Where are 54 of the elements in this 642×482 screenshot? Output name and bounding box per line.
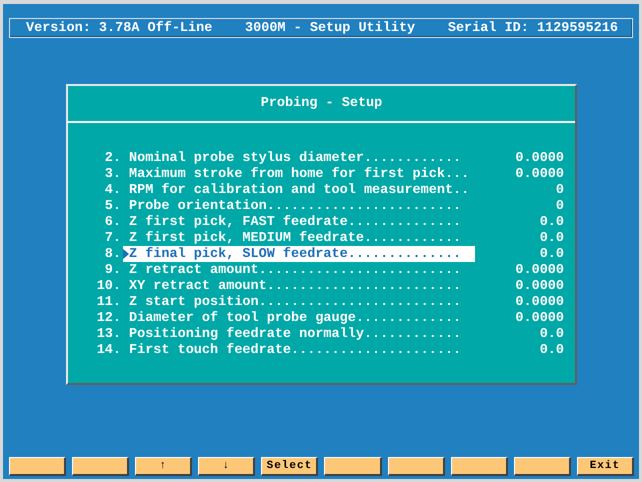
blank-function-key[interactable] xyxy=(9,457,66,476)
setting-label[interactable]: Z first pick, FAST feedrate.............. xyxy=(123,214,475,230)
setting-label[interactable]: Z start position......................... xyxy=(123,294,475,310)
row-number: 11. xyxy=(96,294,121,310)
row-number: 2. xyxy=(104,150,121,166)
setting-label[interactable]: RPM for calibration and tool measurement.. xyxy=(123,182,475,198)
setting-value: 0.0 xyxy=(538,342,564,358)
function-key[interactable]: ↓ xyxy=(198,457,256,476)
setting-label[interactable]: Probe orientation........................ xyxy=(123,198,475,214)
setting-label[interactable]: Z final pick, SLOW feedrate.............. xyxy=(123,246,475,262)
row-number: 7. xyxy=(104,230,121,246)
serial-text: Serial ID: 1129595216 xyxy=(448,20,618,36)
row-number: 8. xyxy=(104,246,121,262)
setting-value: 0 xyxy=(554,198,564,214)
setting-value: 0.0000 xyxy=(514,294,564,310)
row-number: 9. xyxy=(104,262,121,278)
blank-function-key[interactable] xyxy=(72,457,130,476)
blank-function-key[interactable] xyxy=(514,457,571,476)
setting-value: 0.0000 xyxy=(514,278,564,294)
setting-value: 0.0000 xyxy=(514,310,564,326)
row-number: 3. xyxy=(104,166,121,182)
row-number: 10. xyxy=(96,278,121,294)
app-title: 3000M - Setup Utility xyxy=(245,20,416,36)
setting-value: 0.0000 xyxy=(514,150,564,166)
row-number: 14. xyxy=(96,342,121,358)
setting-label[interactable]: First touch feedrate..................... xyxy=(123,342,475,358)
setting-label[interactable]: Positioning feedrate normally............ xyxy=(123,326,475,342)
setting-label[interactable]: Nominal probe stylus diameter............ xyxy=(123,150,475,166)
setting-value: 0 xyxy=(554,182,564,198)
row-number: 12. xyxy=(96,310,121,326)
setting-value: 0.0 xyxy=(538,214,564,230)
setting-value: 0.0 xyxy=(538,326,564,342)
setting-label[interactable]: Z retract amount......................... xyxy=(123,262,475,278)
function-key[interactable]: Exit xyxy=(576,457,634,476)
setting-value: 0.0 xyxy=(538,246,564,262)
setting-label[interactable]: Z first pick, MEDIUM feedrate............ xyxy=(123,230,475,246)
blank-function-key[interactable] xyxy=(450,457,508,476)
setting-label[interactable]: Maximum stroke from home for first pick... xyxy=(123,166,475,182)
setting-label[interactable]: XY retract amount........................ xyxy=(123,278,475,294)
row-number: 13. xyxy=(96,326,121,342)
setting-value: 0.0000 xyxy=(514,262,564,278)
setting-label[interactable]: Diameter of tool probe gauge............. xyxy=(123,310,475,326)
blank-function-key[interactable] xyxy=(324,457,382,476)
row-number: 5. xyxy=(104,198,121,214)
setting-value: 0.0 xyxy=(538,230,564,246)
row-number: 6. xyxy=(104,214,121,230)
blank-function-key[interactable] xyxy=(388,457,445,476)
version-text: Version: 3.78A Off-Line xyxy=(26,20,212,36)
setting-value: 0.0000 xyxy=(514,166,564,182)
row-number: 4. xyxy=(104,182,121,198)
function-key[interactable]: ↑ xyxy=(135,457,192,476)
dialog-title: Probing - Setup xyxy=(260,96,382,111)
function-key[interactable]: Select xyxy=(261,457,318,476)
cursor-icon xyxy=(123,248,129,260)
